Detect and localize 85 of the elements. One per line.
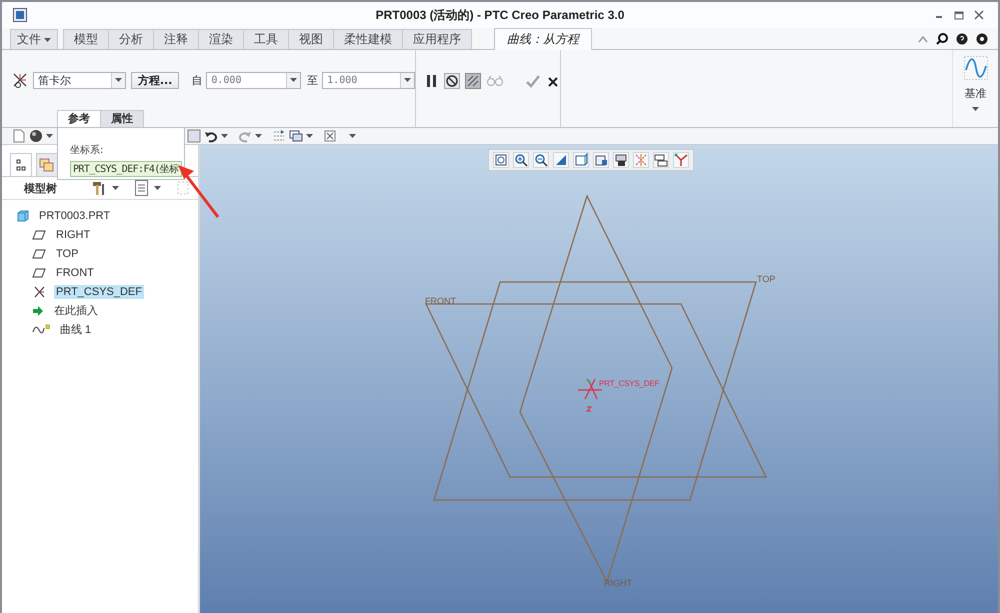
windows-icon[interactable] (289, 129, 303, 143)
coordinate-system-icon (11, 71, 29, 89)
coordinate-system-icon (32, 284, 46, 298)
zoom-out-icon[interactable] (533, 152, 549, 168)
model-tree-tab[interactable] (10, 153, 32, 176)
caret-icon (154, 186, 161, 190)
tree-item[interactable]: TOP (54, 246, 80, 260)
coordinate-system-field[interactable]: PRT_CSYS_DEF:F4(坐标 (70, 161, 182, 177)
dashboard-tab[interactable]: 属性 (101, 110, 144, 127)
tree-icon (16, 159, 26, 171)
caret-icon (404, 78, 411, 82)
to-value-field[interactable]: 1.000 (322, 72, 415, 88)
ribbon-tab[interactable]: 工具 (244, 29, 289, 49)
to-label: 至 (307, 72, 318, 88)
ribbon-tab[interactable]: 模型 (63, 29, 109, 49)
caret-icon (114, 78, 122, 82)
tree-item[interactable]: 曲线 1 (58, 321, 94, 338)
model-tree-title: 模型树 (24, 180, 57, 196)
window-title: PRT0003 (活动的) - PTC Creo Parametric 3.0 (376, 6, 624, 24)
caret-icon (306, 134, 313, 138)
from-value-field[interactable]: 0.000 (206, 72, 302, 88)
plane-label: FRONT (425, 296, 456, 306)
caret-icon (112, 186, 119, 190)
coordinate-system-label: 坐标系: (70, 144, 104, 157)
checkmark-icon[interactable] (525, 73, 541, 89)
sine-curve-icon[interactable] (964, 56, 988, 80)
help-icon[interactable] (956, 32, 968, 44)
tree-item[interactable]: FRONT (54, 266, 96, 280)
refit-icon[interactable] (493, 152, 509, 168)
datum-plane-icon (32, 230, 46, 240)
plane-label: TOP (757, 274, 776, 284)
hatched-preview-icon[interactable] (465, 73, 481, 89)
ribbon-tab[interactable]: 注释 (154, 29, 199, 49)
regenerate-icon[interactable] (272, 129, 286, 143)
caret-icon (221, 134, 228, 138)
document-list-icon[interactable] (135, 180, 149, 196)
from-label: 自 (191, 72, 202, 88)
datum-plane-icon (32, 268, 46, 278)
datum-plane-icon (32, 248, 46, 258)
csys-display-icon[interactable] (673, 152, 689, 168)
repaint-icon[interactable] (553, 152, 569, 168)
chevron-up-icon[interactable] (918, 34, 928, 42)
caret-icon (44, 38, 51, 42)
ribbon-tab[interactable]: 渲染 (199, 29, 244, 49)
layers-icon (39, 157, 55, 173)
overflow-caret-icon (349, 134, 356, 138)
ribbon-tab[interactable]: 曲线：从方程 (494, 28, 592, 50)
pause-icon[interactable] (425, 73, 439, 89)
datum-display-icon[interactable] (633, 152, 649, 168)
tree-item[interactable]: PRT_CSYS_DEF (54, 284, 144, 298)
pointer-arrow (178, 165, 220, 218)
sphere-icon[interactable] (29, 129, 43, 143)
stop-icon[interactable] (444, 73, 460, 89)
tree-item[interactable]: PRT0003.PRT (37, 208, 112, 222)
zoom-in-icon[interactable] (513, 152, 529, 168)
equation-button[interactable]: 方程... (130, 72, 180, 88)
close-window-icon[interactable] (323, 129, 337, 143)
search-icon[interactable] (936, 32, 948, 44)
caret-icon (46, 134, 53, 138)
curve-icon (32, 324, 50, 336)
tree-item[interactable]: 在此插入 (52, 302, 100, 319)
coordinate-system-label: PRT_CSYS_DEF (599, 379, 660, 388)
ribbon-tab[interactable]: 视图 (289, 29, 334, 49)
undo-icon[interactable] (204, 129, 218, 143)
restore-icon[interactable] (954, 10, 964, 20)
tree-item[interactable]: RIGHT (54, 228, 92, 242)
tools-icon[interactable] (91, 180, 107, 196)
plane-label: RIGHT (604, 578, 632, 588)
part-icon (17, 210, 29, 222)
app-icon (13, 8, 27, 22)
plane-display-icon[interactable] (653, 152, 669, 168)
caret-icon (290, 78, 298, 82)
caret-icon (255, 134, 262, 138)
display-style-icon[interactable] (573, 152, 589, 168)
ribbon-tab[interactable]: 分析 (109, 29, 154, 49)
ribbon-tab[interactable]: 应用程序 (403, 29, 472, 49)
ribbon-tab[interactable]: 柔性建模 (334, 29, 403, 49)
caret-icon (972, 107, 979, 111)
file-menu[interactable]: 文件 (10, 29, 58, 49)
saved-views-icon[interactable] (593, 152, 609, 168)
section-icon[interactable] (613, 152, 629, 168)
datum-group-label[interactable]: 基准 (964, 86, 986, 101)
dashboard-tab[interactable]: 参考 (57, 110, 101, 127)
coordinate-type-dropdown[interactable]: 笛卡尔 (33, 72, 126, 88)
insert-arrow-icon (32, 306, 44, 316)
